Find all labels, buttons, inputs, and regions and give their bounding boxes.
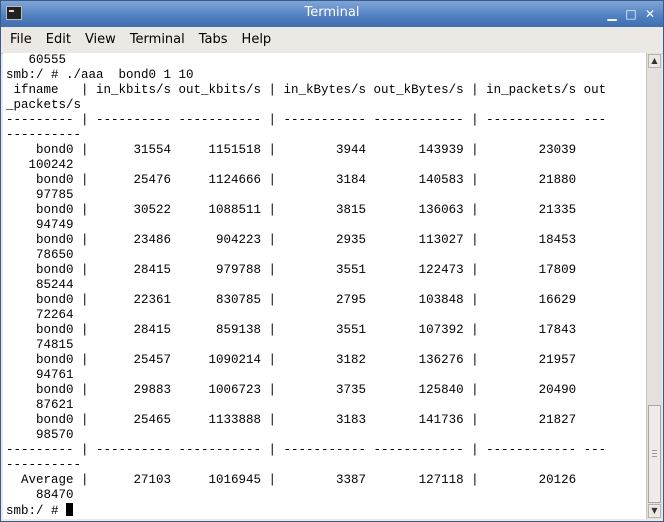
- terminal-line: 87621: [6, 398, 74, 412]
- scroll-down-icon[interactable]: ▼: [648, 504, 661, 518]
- terminal-line: 78650: [6, 248, 74, 262]
- close-icon[interactable]: ✕: [643, 7, 657, 21]
- menu-edit[interactable]: Edit: [41, 32, 76, 47]
- terminal-line: 88470: [6, 488, 74, 502]
- terminal-line: bond0 | 31554 1151518 | 3944 143939 | 23…: [6, 143, 577, 157]
- terminal-line: bond0 | 28415 979788 | 3551 122473 | 178…: [6, 263, 577, 277]
- title-bar[interactable]: Terminal ▁ □ ✕: [1, 1, 663, 27]
- terminal-line: ----------: [6, 458, 82, 472]
- terminal-line: _packets/s: [6, 98, 82, 112]
- vertical-scrollbar[interactable]: ▲ ▼: [646, 53, 662, 519]
- scroll-up-icon[interactable]: ▲: [648, 54, 661, 68]
- menu-bar: File Edit View Terminal Tabs Help: [1, 27, 663, 54]
- menu-terminal[interactable]: Terminal: [125, 32, 190, 47]
- terminal-line: --------- | ---------- ----------- | ---…: [6, 113, 607, 127]
- terminal-line: bond0 | 23486 904223 | 2935 113027 | 184…: [6, 233, 577, 247]
- terminal-line: 94761: [6, 368, 74, 382]
- terminal-line: bond0 | 25465 1133888 | 3183 141736 | 21…: [6, 413, 577, 427]
- terminal-line: bond0 | 29883 1006723 | 3735 125840 | 20…: [6, 383, 577, 397]
- terminal-line: smb:/ # ./aaa bond0 1 10: [6, 68, 194, 82]
- menu-view[interactable]: View: [80, 32, 121, 47]
- maximize-icon[interactable]: □: [624, 7, 638, 21]
- menu-tabs[interactable]: Tabs: [194, 32, 233, 47]
- shell-prompt: smb:/ #: [6, 504, 67, 518]
- terminal-line: 72264: [6, 308, 74, 322]
- terminal-line: 74815: [6, 338, 74, 352]
- text-cursor: [66, 503, 74, 516]
- terminal-line: 94749: [6, 218, 74, 232]
- terminal-line: --------- | ---------- ----------- | ---…: [6, 443, 607, 457]
- terminal-line: 85244: [6, 278, 74, 292]
- terminal-text: 60555 smb:/ # ./aaa bond0 1 10 ifname | …: [3, 53, 646, 519]
- terminal-line: 97785: [6, 188, 74, 202]
- minimize-icon[interactable]: ▁: [605, 7, 619, 21]
- terminal-line: ifname | in_kbits/s out_kbits/s | in_kBy…: [6, 83, 607, 97]
- terminal-line: bond0 | 25457 1090214 | 3182 136276 | 21…: [6, 353, 577, 367]
- terminal-line: bond0 | 30522 1088511 | 3815 136063 | 21…: [6, 203, 577, 217]
- terminal-line: 98570: [6, 428, 74, 442]
- menu-help[interactable]: Help: [237, 32, 277, 47]
- terminal-output[interactable]: 60555 smb:/ # ./aaa bond0 1 10 ifname | …: [3, 53, 646, 519]
- terminal-line: 60555: [6, 53, 67, 67]
- terminal-line: bond0 | 28415 859138 | 3551 107392 | 178…: [6, 323, 577, 337]
- terminal-window: Terminal ▁ □ ✕ File Edit View Terminal Tabs H…: [0, 0, 664, 522]
- terminal-line: Average | 27103 1016945 | 3387 127118 | …: [6, 473, 577, 487]
- scroll-thumb[interactable]: [648, 405, 661, 503]
- terminal-line: ----------: [6, 128, 82, 142]
- terminal-line: bond0 | 25476 1124666 | 3184 140583 | 21…: [6, 173, 577, 187]
- terminal-line: 100242: [6, 158, 74, 172]
- menu-file[interactable]: File: [5, 32, 37, 47]
- window-title: Terminal: [304, 5, 360, 20]
- terminal-line: bond0 | 22361 830785 | 2795 103848 | 166…: [6, 293, 577, 307]
